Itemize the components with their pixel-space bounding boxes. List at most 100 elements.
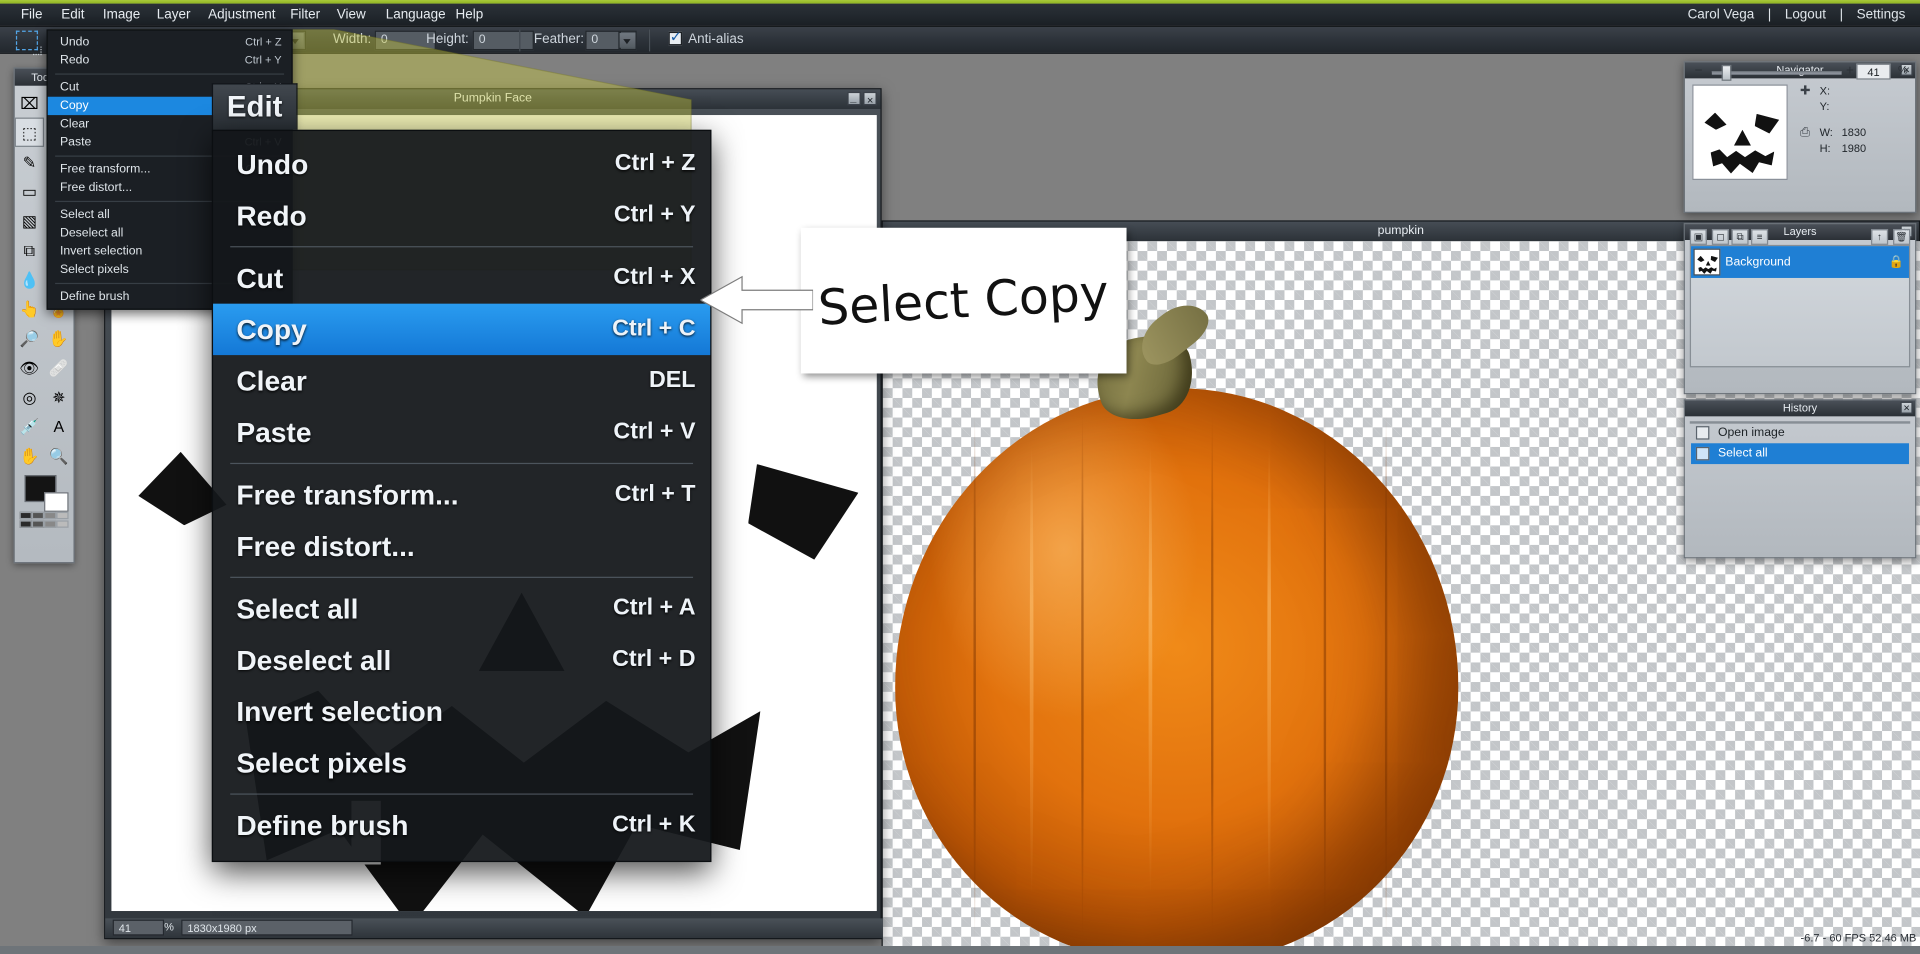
menu-item-layer[interactable]: Layer	[146, 4, 202, 27]
mag-entry-undo[interactable]: Undo Ctrl + Z	[213, 138, 710, 189]
type-icon: A	[53, 416, 65, 436]
history-row-label: Select all	[1717, 446, 1768, 461]
history-item-icon	[1695, 446, 1710, 461]
tool-bloat[interactable]: ◎	[15, 382, 44, 411]
history-list[interactable]: Open image Select all	[1689, 421, 1911, 465]
navigator-w-label: W:	[1819, 126, 1833, 139]
replace-color-icon: ⧉	[23, 240, 36, 259]
menu-item-filter[interactable]: Filter	[279, 4, 331, 27]
tool-pinch[interactable]: ✵	[44, 382, 73, 411]
layers-list[interactable]: Background 🔒	[1689, 244, 1911, 368]
navigator-thumbnail[interactable]	[1692, 84, 1788, 181]
history-panel-header[interactable]: History ×	[1684, 400, 1916, 417]
toggle-visibility-button[interactable]: ▣	[1689, 228, 1707, 245]
fps-readout: -6.7 - 60 FPS 52.46 MB	[1800, 931, 1917, 945]
layer-name: Background	[1725, 255, 1791, 269]
mag-entry-deselect-all-shortcut: Ctrl + D	[612, 646, 696, 673]
mag-entry-clear[interactable]: Clear DEL	[213, 355, 710, 406]
app-stage: File Edit Image Layer Adjustment Filter …	[0, 0, 1920, 954]
menu-item-file[interactable]: File	[10, 4, 54, 27]
settings-link[interactable]: Settings	[1852, 7, 1910, 22]
page-bottom-edge	[0, 946, 1920, 954]
feather-input[interactable]: 0	[585, 30, 620, 51]
zoom-out-icon[interactable]: −	[1695, 64, 1703, 79]
history-panel-body: Open image Select all	[1685, 416, 1915, 465]
mag-entry-undo-label: Undo	[236, 148, 309, 181]
tool-burn[interactable]: ✋	[44, 323, 73, 352]
history-item-icon	[1695, 426, 1710, 440]
menu-entry-invert-selection-label: Invert selection	[60, 244, 143, 259]
menu-entry-redo[interactable]: Redo Ctrl + Y	[48, 51, 292, 69]
tool-color-picker[interactable]: 💉	[15, 411, 44, 440]
zoom-in-icon[interactable]: +	[1846, 64, 1854, 79]
mag-entry-paste[interactable]: Paste Ctrl + V	[213, 407, 710, 458]
mag-entry-define-brush-shortcut: Ctrl + K	[612, 811, 696, 838]
height-input[interactable]: 0	[472, 30, 534, 51]
navigator-zoom-input[interactable]: 41	[1856, 63, 1891, 80]
history-row-open-image[interactable]: Open image	[1691, 422, 1909, 443]
tool-red-eye[interactable]: 👁	[15, 353, 44, 382]
zoom-level-input[interactable]: 41	[112, 919, 165, 936]
mag-entry-deselect-all[interactable]: Deselect all Ctrl + D	[213, 634, 710, 685]
close-icon[interactable]: ×	[1900, 401, 1913, 414]
navigator-zoom-slider[interactable]: − + 41 %	[1692, 62, 1910, 82]
background-color-swatch[interactable]	[44, 492, 69, 512]
tool-pencil[interactable]: ✎	[15, 147, 44, 176]
menu-item-image[interactable]: Image	[92, 4, 151, 27]
history-panel-title: History	[1782, 401, 1818, 414]
add-layer-button[interactable]: ◻	[1711, 228, 1729, 245]
tool-spot-heal[interactable]: 🩹	[44, 353, 73, 382]
tool-smudge[interactable]: 👆	[15, 294, 44, 323]
antialias-checkbox[interactable]	[668, 28, 682, 46]
tool-replace-color[interactable]: ⧉	[15, 235, 44, 264]
mag-entry-cut[interactable]: Cut Ctrl + X	[213, 252, 710, 303]
menu-item-edit[interactable]: Edit	[50, 4, 95, 27]
layer-row-background[interactable]: Background 🔒	[1691, 246, 1909, 278]
menu-item-help[interactable]: Help	[444, 4, 494, 27]
menu-item-adjustment[interactable]: Adjustment	[197, 4, 286, 27]
mag-entry-copy[interactable]: Copy Ctrl + C	[213, 303, 711, 356]
mag-entry-select-pixels[interactable]: Select pixels	[213, 737, 710, 788]
mag-entry-invert-selection[interactable]: Invert selection	[213, 686, 710, 737]
tool-blur[interactable]: 💧	[15, 264, 44, 293]
mag-entry-define-brush[interactable]: Define brush Ctrl + K	[213, 800, 710, 851]
minimize-icon[interactable]	[847, 88, 861, 108]
mag-entry-free-transform[interactable]: Free transform... Ctrl + T	[213, 469, 710, 520]
tool-crop[interactable]: ⌧	[15, 88, 44, 117]
mag-entry-redo[interactable]: Redo Ctrl + Y	[213, 190, 710, 241]
move-layer-up-button[interactable]: ↑	[1871, 228, 1889, 245]
mag-entry-free-distort[interactable]: Free distort...	[213, 520, 710, 571]
mag-entry-undo-shortcut: Ctrl + Z	[614, 150, 696, 177]
callout-text: Select Copy	[816, 264, 1111, 337]
menu-entry-undo[interactable]: Undo Ctrl + Z	[48, 33, 292, 51]
tool-type[interactable]: A	[44, 411, 73, 440]
tool-marquee-select[interactable]: ⬚	[14, 117, 45, 147]
tool-eraser[interactable]: ▭	[15, 176, 44, 205]
mag-entry-free-distort-label: Free distort...	[236, 530, 415, 563]
layer-settings-button[interactable]: ≡	[1751, 228, 1769, 245]
account-separator-2: |	[1839, 7, 1844, 23]
tool-hand[interactable]: ✋	[15, 441, 44, 470]
navigator-h-label: H:	[1819, 142, 1831, 155]
magnified-edit-tab[interactable]: Edit	[211, 83, 298, 130]
zoom-slider-knob[interactable]	[1721, 64, 1732, 81]
mag-entry-select-all[interactable]: Select all Ctrl + A	[213, 583, 710, 634]
image-window-buttons	[847, 88, 877, 110]
image-dimensions-readout: 1830x1980 px	[181, 919, 353, 936]
bloat-icon: ◎	[22, 387, 37, 406]
mag-entry-select-all-shortcut: Ctrl + A	[612, 595, 696, 621]
layers-panel: Layers × Background 🔒 ▣ ◻ ⧉ ≡ ↑	[1683, 222, 1917, 395]
tool-dodge[interactable]: 🔎	[15, 323, 44, 352]
tool-gradient[interactable]: ▧	[15, 206, 44, 235]
mag-entry-select-pixels-label: Select pixels	[236, 746, 407, 779]
history-row-select-all[interactable]: Select all	[1691, 443, 1909, 465]
menu-item-view[interactable]: View	[326, 4, 377, 27]
delete-layer-button[interactable]: 🗑	[1893, 228, 1911, 245]
quick-palette[interactable]	[19, 511, 71, 529]
close-icon[interactable]	[863, 91, 877, 110]
duplicate-layer-button[interactable]: ⧉	[1731, 228, 1749, 245]
logout-link[interactable]: Logout	[1780, 7, 1831, 22]
tool-zoom[interactable]: 🔍	[44, 441, 73, 470]
marquee-select-icon	[15, 30, 42, 56]
feather-stepper[interactable]	[619, 30, 637, 51]
